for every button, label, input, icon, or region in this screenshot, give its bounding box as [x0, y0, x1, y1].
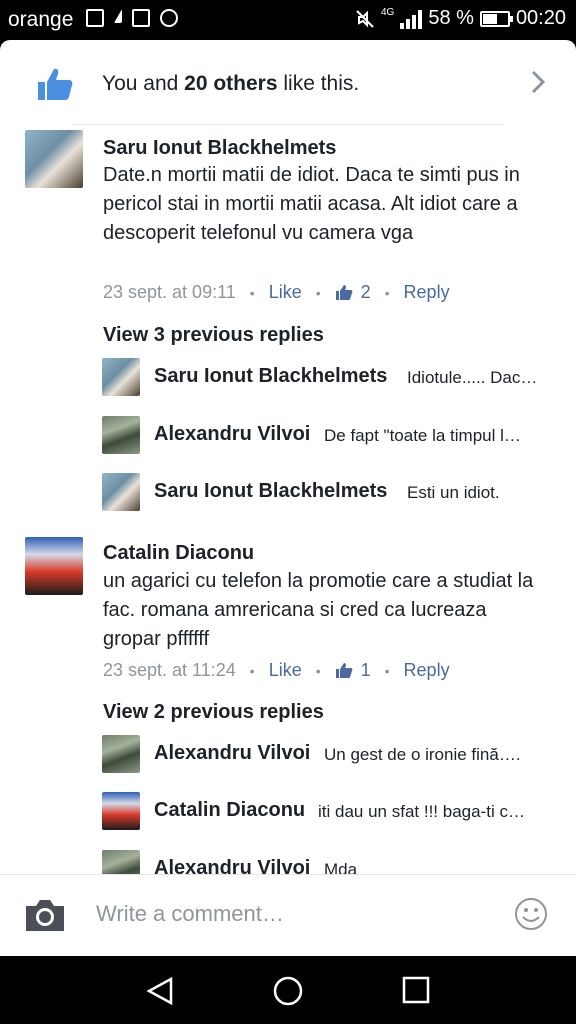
- comment-author[interactable]: Saru Ionut Blackhelmets: [103, 137, 336, 160]
- like-button[interactable]: Like: [269, 660, 302, 681]
- reply-item: Alexandru Vilvoi Un gest de o ironie fin…: [102, 735, 552, 775]
- battery-icon: [479, 10, 513, 27]
- like-count-icon: [335, 285, 353, 300]
- separator: •: [384, 662, 390, 679]
- reply-author[interactable]: Saru Ionut Blackhelmets: [154, 365, 387, 388]
- view-previous-replies[interactable]: View 2 previous replies: [103, 701, 324, 724]
- like-count[interactable]: 2: [361, 282, 371, 303]
- comment-meta: 23 sept. at 09:11 • Like • 2 • Reply: [103, 282, 450, 303]
- comments-sheet: You and 20 others like this. Saru Ionut …: [0, 40, 576, 956]
- avatar[interactable]: [102, 358, 140, 396]
- send-notification-icon: [114, 9, 122, 23]
- avatar[interactable]: [102, 473, 140, 511]
- likes-text: You and 20 others like this.: [102, 72, 359, 96]
- reply-text: De fapt "toate la timpul l…: [324, 426, 521, 445]
- reply-item: Catalin Diaconu iti dau un sfat !!! baga…: [102, 792, 552, 832]
- avatar[interactable]: [102, 792, 140, 830]
- separator: •: [384, 284, 390, 301]
- avatar[interactable]: [102, 416, 140, 454]
- network-type: 4G: [381, 7, 395, 18]
- comment-text: un agarici cu telefon la promotie care a…: [103, 570, 534, 650]
- reply-author[interactable]: Catalin Diaconu: [154, 799, 305, 822]
- separator: •: [249, 662, 255, 679]
- signal-icon: [400, 9, 423, 29]
- likes-prefix: You and: [102, 72, 185, 95]
- comment-meta: 23 sept. at 11:24 • Like • 1 • Reply: [103, 660, 450, 681]
- likes-suffix: like this.: [277, 72, 360, 95]
- avatar[interactable]: [102, 735, 140, 773]
- like-count[interactable]: 1: [361, 660, 371, 681]
- like-count-icon: [335, 663, 353, 678]
- avatar[interactable]: [25, 537, 83, 595]
- carrier-label: orange: [8, 8, 74, 31]
- likes-summary[interactable]: You and 20 others like this.: [0, 40, 576, 124]
- reply-text: iti dau un sfat !!! baga-ti c…: [318, 802, 525, 821]
- likes-count: 20 others: [184, 72, 278, 95]
- reply-button[interactable]: Reply: [404, 660, 450, 681]
- recents-icon[interactable]: [402, 976, 430, 1004]
- mute-icon: [356, 9, 374, 28]
- like-thumb-icon: [38, 68, 73, 100]
- comment-input[interactable]: Write a comment…: [96, 901, 284, 927]
- clock: 00:20: [515, 7, 566, 29]
- reply-author[interactable]: Alexandru Vilvoi: [154, 742, 310, 765]
- reply-item: Alexandru Vilvoi De fapt "toate la timpu…: [102, 416, 552, 456]
- reply-author[interactable]: Saru Ionut Blackhelmets: [154, 480, 387, 503]
- reply-author[interactable]: Alexandru Vilvoi: [154, 423, 310, 446]
- like-button[interactable]: Like: [269, 282, 302, 303]
- reply-text: Esti un idiot.: [407, 483, 500, 502]
- avatar[interactable]: [25, 130, 83, 188]
- facebook-notification-icon: [86, 9, 104, 27]
- emoji-icon[interactable]: [514, 897, 548, 931]
- image-notification-icon: [132, 9, 150, 27]
- comment-time: 23 sept. at 11:24: [103, 660, 236, 680]
- messenger-notification-icon: [160, 9, 178, 27]
- separator: •: [249, 284, 255, 301]
- back-icon[interactable]: [145, 976, 175, 1006]
- divider: [72, 124, 504, 125]
- android-nav-bar: [0, 956, 576, 1024]
- chevron-right-icon[interactable]: [530, 70, 546, 94]
- comment-text: Date.n mortii matii de idiot. Daca te si…: [103, 164, 520, 244]
- reply-button[interactable]: Reply: [404, 282, 450, 303]
- reply-text: Idiotule..... Dac…: [407, 368, 538, 387]
- separator: •: [315, 662, 321, 679]
- view-previous-replies[interactable]: View 3 previous replies: [103, 324, 324, 347]
- reply-item: Saru Ionut Blackhelmets Esti un idiot.: [102, 473, 552, 513]
- status-bar: orange 4G 58 % 00:20: [0, 0, 576, 40]
- comment-author[interactable]: Catalin Diaconu: [103, 542, 254, 565]
- battery-percent: 58 %: [428, 7, 474, 29]
- separator: •: [315, 284, 321, 301]
- comment-time: 23 sept. at 09:11: [103, 282, 236, 302]
- reply-text: Un gest de o ironie fină….: [324, 745, 521, 764]
- comment-composer: Write a comment…: [0, 874, 576, 956]
- camera-icon[interactable]: [24, 897, 66, 933]
- home-icon[interactable]: [272, 976, 304, 1008]
- reply-item: Saru Ionut Blackhelmets Idiotule..... Da…: [102, 358, 552, 398]
